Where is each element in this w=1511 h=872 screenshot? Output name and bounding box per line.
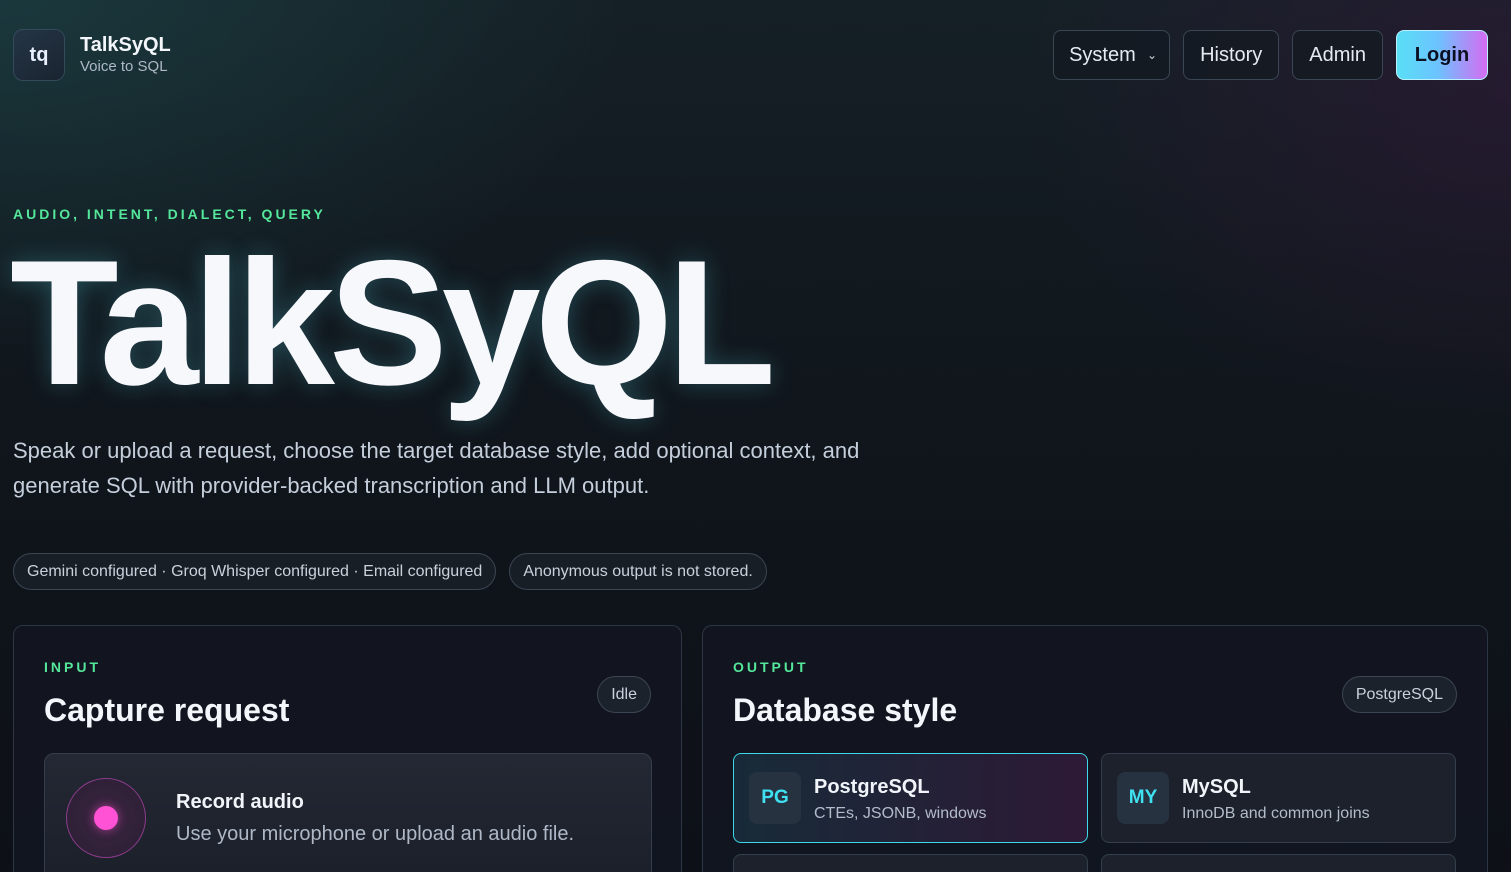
provider-status-pill: Gemini configured · Groq Whisper configu… — [13, 553, 497, 590]
app-name: TalkSyQL — [80, 34, 171, 56]
output-eyebrow: OUTPUT — [733, 659, 809, 675]
db-option-name: MySQL — [1182, 776, 1251, 798]
top-nav: System ⌄ History Admin Login — [1053, 30, 1488, 80]
brand-text: TalkSyQL Voice to SQL — [80, 33, 171, 77]
db-option-desc: InnoDB and common joins — [1182, 805, 1370, 822]
brand[interactable]: tq TalkSyQL Voice to SQL — [13, 29, 171, 81]
hero-description: Speak or upload a request, choose the ta… — [13, 438, 860, 498]
db-option-name: PostgreSQL — [814, 776, 930, 798]
logo: tq — [13, 29, 65, 81]
record-audio-panel[interactable]: Record audio Use your microphone or uplo… — [44, 753, 652, 872]
login-button[interactable]: Login — [1396, 30, 1488, 80]
input-title: Capture request — [44, 692, 290, 728]
status-pills: Gemini configured · Groq Whisper configu… — [13, 553, 767, 590]
output-card: OUTPUT Database style PostgreSQL PG Post… — [702, 625, 1488, 872]
chevron-down-icon: ⌄ — [1147, 48, 1158, 62]
db-option-partial[interactable] — [1101, 854, 1456, 872]
mysql-icon: MY — [1117, 772, 1169, 824]
record-title: Record audio — [176, 791, 304, 813]
theme-select[interactable]: System ⌄ — [1053, 30, 1171, 80]
theme-select-value: System — [1069, 43, 1136, 66]
output-title: Database style — [733, 692, 958, 728]
selected-db-badge: PostgreSQL — [1341, 676, 1457, 713]
hero-eyebrow: AUDIO, INTENT, DIALECT, QUERY — [13, 206, 326, 222]
history-button[interactable]: History — [1183, 30, 1280, 80]
input-card: INPUT Capture request Idle Record audio … — [13, 625, 682, 872]
hero-title: TalkSyQL — [10, 223, 776, 422]
db-option-postgresql[interactable]: PG PostgreSQL CTEs, JSONB, windows — [733, 753, 1088, 843]
storage-notice-pill: Anonymous output is not stored. — [509, 553, 767, 590]
input-eyebrow: INPUT — [44, 659, 101, 675]
db-option-desc: CTEs, JSONB, windows — [814, 805, 987, 822]
record-button[interactable] — [66, 778, 146, 858]
record-subtitle: Use your microphone or upload an audio f… — [176, 823, 575, 845]
record-dot-icon — [94, 806, 118, 830]
db-option-partial[interactable] — [733, 854, 1088, 872]
admin-button[interactable]: Admin — [1292, 30, 1383, 80]
postgresql-icon: PG — [749, 772, 801, 824]
app-tagline: Voice to SQL — [80, 58, 168, 75]
status-badge: Idle — [597, 676, 651, 713]
db-option-mysql[interactable]: MY MySQL InnoDB and common joins — [1101, 753, 1456, 843]
